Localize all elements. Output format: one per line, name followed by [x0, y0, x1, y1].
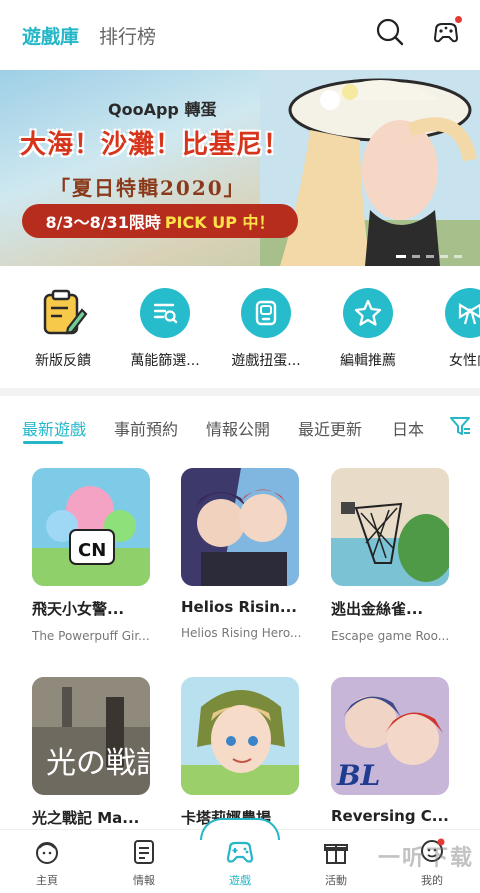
active-nav-arc — [200, 818, 280, 840]
clipboard-pencil-icon — [38, 288, 88, 338]
banner-dot — [426, 255, 434, 258]
tab-newest-games[interactable]: 最新遊戲 — [22, 416, 86, 440]
nav-label: 我的 — [421, 874, 443, 887]
banner-dot — [454, 255, 462, 258]
search-icon[interactable] — [374, 16, 406, 48]
nav-label: 主頁 — [36, 874, 58, 887]
tab-recently-updated[interactable]: 最近更新 — [298, 416, 362, 440]
top-header: 遊戲庫 排行榜 — [0, 0, 480, 70]
game-card[interactable]: Helios Risin... Helios Rising Hero... — [181, 468, 307, 640]
nav-label: 情報 — [133, 874, 155, 887]
quick-action-label: 遊戲扭蛋... — [231, 353, 301, 369]
game-subtitle: The Powerpuff Gir... — [32, 629, 150, 643]
game-card[interactable]: CN 飛天小女警... The Powerpuff Gir... — [32, 468, 158, 643]
tab-ranking[interactable]: 排行榜 — [99, 22, 156, 49]
tab-japan[interactable]: 日本 — [392, 416, 424, 440]
banner-logo: QooApp 轉蛋 — [108, 100, 217, 119]
watermark-text: 一听下载 — [377, 846, 474, 871]
filter-list-icon — [140, 288, 190, 338]
game-thumbnail — [181, 677, 299, 795]
gamepad-icon — [226, 841, 254, 863]
category-tabs: 最新遊戲 事前預約 情報公開 最近更新 日本 — [0, 396, 480, 456]
game-thumbnail — [181, 468, 299, 586]
section-divider — [0, 388, 480, 396]
ribbon-icon — [445, 288, 480, 338]
game-card[interactable]: 卡塔莉娜農場 — [181, 677, 307, 828]
banner-subtitle: 「夏日特輯2020」 — [50, 176, 246, 200]
bottom-navigation: 主頁 情報 遊戲 活動 我的 一听下载 — [0, 818, 480, 893]
home-face-icon — [36, 842, 58, 864]
game-card[interactable]: 光の戦記 光之戰記 Ma... — [32, 677, 158, 828]
game-title: 光之戰記 Ma... — [32, 809, 140, 827]
game-subtitle: Escape game Roo... — [331, 629, 450, 643]
nav-label: 活動 — [325, 874, 347, 887]
svg-text:CN: CN — [78, 540, 106, 561]
banner-pick-text: PICK UP 中！ — [164, 213, 275, 232]
gacha-machine-icon — [241, 288, 291, 338]
game-title: 逃出金絲雀... — [331, 600, 424, 618]
svg-text:光の戦記: 光の戦記 — [46, 746, 150, 781]
nav-events[interactable]: 活動 — [306, 838, 366, 888]
nav-label: 遊戲 — [229, 874, 251, 887]
game-card[interactable]: 逃出金絲雀... Escape game Roo... — [331, 468, 457, 643]
quick-action-label: 新版反饋 — [35, 353, 91, 369]
tab-info-revealed[interactable]: 情報公開 — [206, 416, 270, 440]
banner-dot — [440, 255, 448, 258]
quick-action-label: 編輯推薦 — [340, 353, 396, 369]
news-icon — [134, 840, 154, 864]
banner-character-art — [260, 70, 480, 266]
nav-home[interactable]: 主頁 — [17, 838, 77, 888]
game-title: Helios Risin... — [181, 598, 298, 616]
quick-action-editor-picks[interactable]: 編輯推薦 — [318, 284, 418, 380]
quick-action-otome[interactable]: 女性向 — [420, 284, 480, 380]
game-thumbnail: BL — [331, 677, 449, 795]
gift-icon — [324, 844, 348, 864]
game-thumbnail: 光の戦記 — [32, 677, 150, 795]
banner-date-pill: 8/3～8/31限時 PICK UP 中！ — [22, 204, 298, 238]
quick-action-label: 女性向 — [449, 353, 480, 369]
quick-action-label: 萬能篩選... — [130, 353, 200, 369]
game-thumbnail — [331, 468, 449, 586]
game-title: Reversing C... — [331, 807, 449, 825]
quick-action-feedback[interactable]: 新版反饋 — [13, 284, 113, 380]
banner-dot — [396, 255, 406, 258]
star-icon — [343, 288, 393, 338]
app-root: 遊戲庫 排行榜 QooApp 轉蛋 大海！沙灘！比基尼！ 「夏日特輯2020」 … — [0, 0, 480, 893]
notification-dot — [455, 16, 462, 23]
banner-title: 大海！沙灘！比基尼！ — [20, 130, 291, 160]
banner-dot — [412, 255, 420, 258]
banner-pagination — [396, 255, 462, 258]
header-icons — [374, 16, 462, 48]
nav-news[interactable]: 情報 — [114, 838, 174, 888]
promo-banner[interactable]: QooApp 轉蛋 大海！沙灘！比基尼！ 「夏日特輯2020」 8/3～8/31… — [0, 70, 480, 266]
banner-date-text: 8/3～8/31限時 — [45, 213, 161, 232]
game-thumbnail: CN — [32, 468, 150, 586]
nav-games[interactable]: 遊戲 — [210, 838, 270, 888]
game-card[interactable]: BL Reversing C... — [331, 677, 457, 825]
quick-action-filter[interactable]: 萬能篩選... — [115, 284, 215, 380]
active-tab-indicator — [23, 441, 63, 444]
svg-text:BL: BL — [336, 759, 380, 792]
tab-game-library[interactable]: 遊戲庫 — [22, 22, 79, 49]
quick-actions: 新版反饋 萬能篩選... 遊戲扭蛋... 編輯推薦 女性向 — [0, 284, 480, 380]
game-title: 飛天小女警... — [32, 600, 125, 618]
game-subtitle: Helios Rising Hero... — [181, 626, 302, 640]
tab-pre-registration[interactable]: 事前預約 — [114, 416, 178, 440]
quick-action-gacha[interactable]: 遊戲扭蛋... — [216, 284, 316, 380]
gamepad-egg-icon[interactable] — [430, 16, 462, 48]
filter-icon[interactable] — [440, 406, 480, 446]
